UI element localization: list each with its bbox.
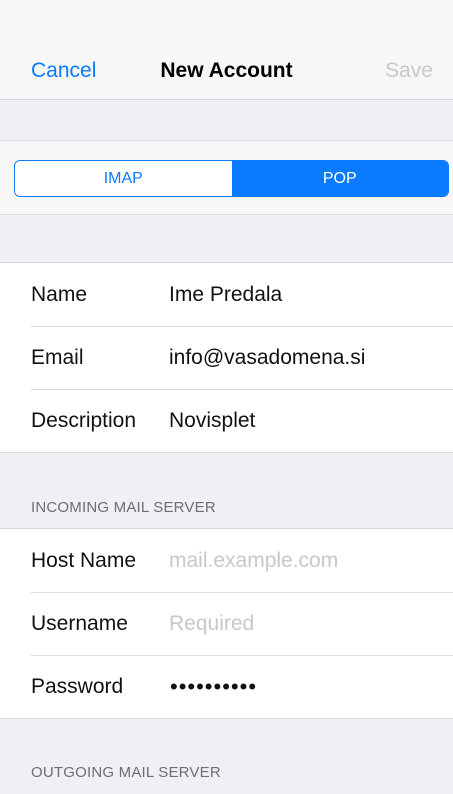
incoming-server-header: INCOMING MAIL SERVER <box>31 499 216 516</box>
email-label: Email <box>31 345 84 369</box>
incoming-server-group: Host Name Username Password •••••••••• <box>0 528 453 719</box>
password-field[interactable]: •••••••••• <box>170 674 440 700</box>
account-type-section: IMAP POP <box>0 140 453 215</box>
username-field[interactable] <box>169 611 439 636</box>
email-row[interactable]: Email <box>0 326 453 389</box>
description-label: Description <box>31 408 137 432</box>
name-field[interactable] <box>169 282 439 307</box>
password-row[interactable]: Password •••••••••• <box>0 655 453 718</box>
description-field[interactable] <box>169 408 439 433</box>
password-label: Password <box>31 674 124 698</box>
navigation-bar: Cancel New Account Save <box>0 0 453 100</box>
name-row[interactable]: Name <box>0 263 453 326</box>
username-row[interactable]: Username <box>0 592 453 655</box>
host-name-row[interactable]: Host Name <box>0 529 453 592</box>
description-row[interactable]: Description <box>0 389 453 452</box>
name-label: Name <box>31 282 88 306</box>
account-type-segmented-control: IMAP POP <box>14 160 449 197</box>
segment-imap[interactable]: IMAP <box>15 161 232 196</box>
segment-pop[interactable]: POP <box>231 161 448 196</box>
host-name-field[interactable] <box>169 548 439 573</box>
account-details-group: Name Email Description <box>0 262 453 453</box>
outgoing-server-header: OUTGOING MAIL SERVER <box>31 764 221 781</box>
username-label: Username <box>31 611 128 635</box>
host-name-label: Host Name <box>31 548 137 572</box>
save-button[interactable]: Save <box>385 59 433 83</box>
email-field[interactable] <box>169 345 439 370</box>
